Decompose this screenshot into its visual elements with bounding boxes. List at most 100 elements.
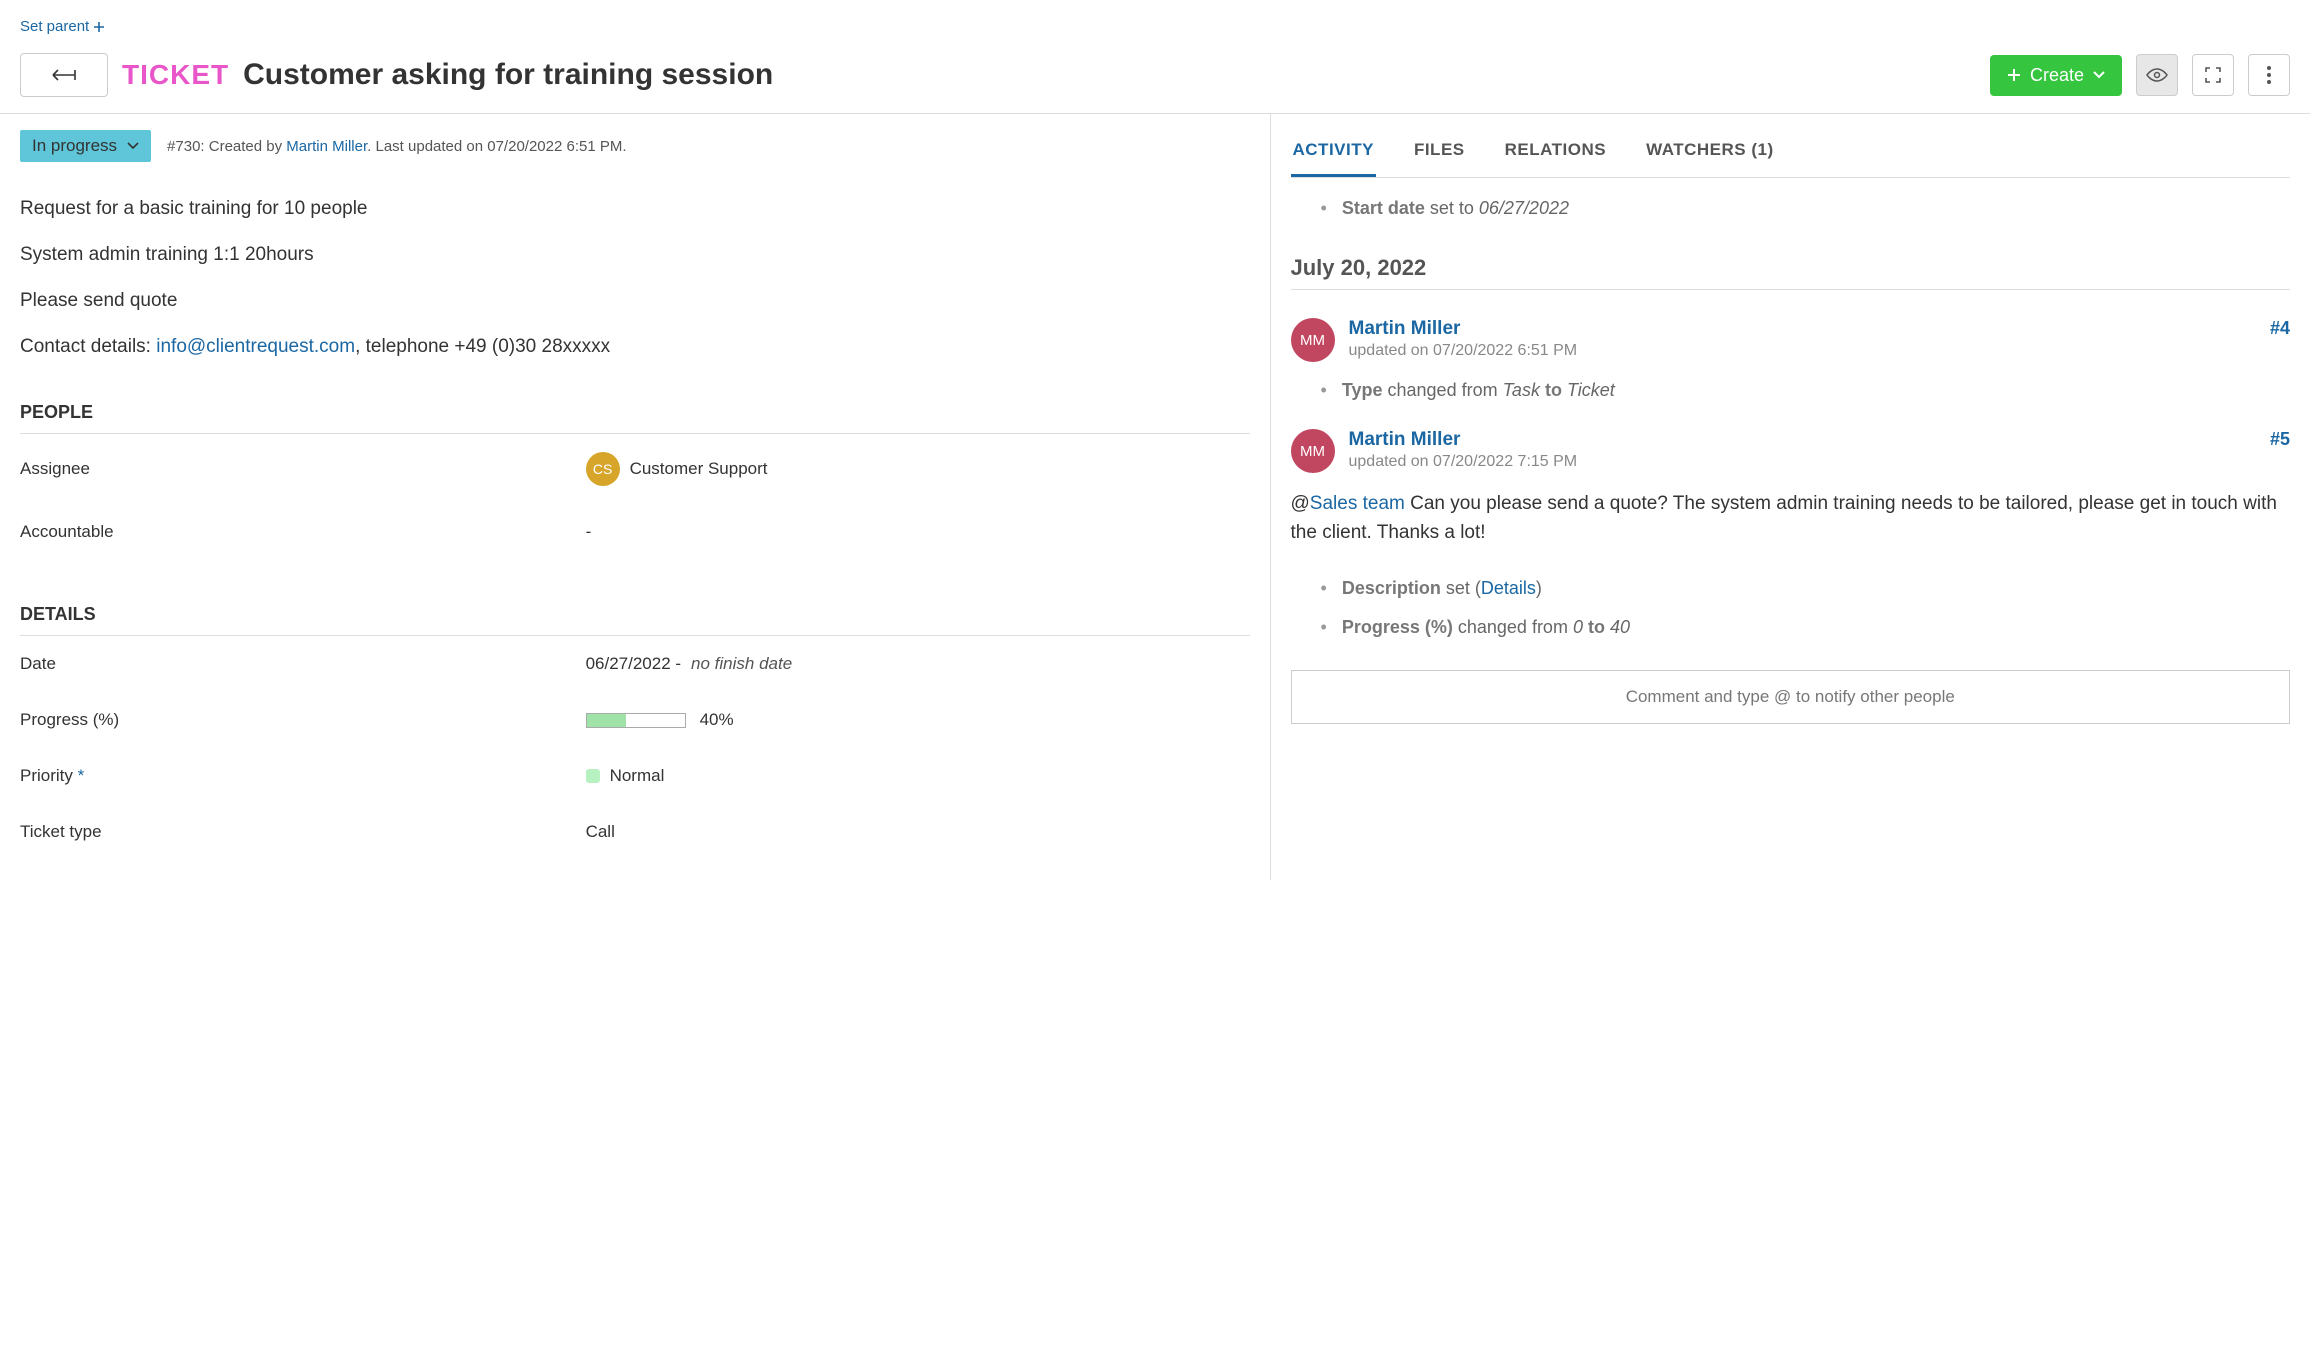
entry-author-link[interactable]: Martin Miller: [1349, 429, 2291, 451]
entry-change: • Progress (%) changed from 0 to 40: [1321, 617, 2291, 638]
avatar: MM: [1291, 429, 1335, 473]
description: Request for a basic training for 10 peop…: [20, 198, 1250, 358]
change-text: changed from: [1383, 380, 1503, 400]
people-section-heading: PEOPLE: [20, 402, 1250, 434]
avatar: CS: [586, 452, 620, 486]
plus-icon: [2006, 67, 2022, 83]
bullet-icon: •: [1321, 380, 1327, 400]
required-indicator: *: [78, 766, 85, 785]
change-text: to: [1540, 380, 1567, 400]
bullet-icon: •: [1321, 198, 1327, 218]
date-label: Date: [20, 654, 586, 674]
change-text: changed from: [1453, 617, 1573, 637]
priority-text: Normal: [610, 766, 665, 786]
change-from: 0: [1573, 617, 1583, 637]
entry-change: • Type changed from Task to Ticket: [1321, 380, 2291, 401]
date-value[interactable]: 06/27/2022 - no finish date: [586, 654, 793, 674]
change-field: Start date: [1342, 198, 1425, 218]
change-text: to: [1583, 617, 1610, 637]
mention-link[interactable]: Sales team: [1310, 493, 1405, 514]
comment-text: Can you please send a quote? The system …: [1291, 493, 2277, 543]
meta-line: #730: Created by Martin Miller. Last upd…: [167, 138, 626, 155]
no-finish-date: no finish date: [691, 654, 792, 674]
change-mid: set to: [1425, 198, 1479, 218]
type-badge: TICKET: [122, 59, 229, 91]
activity-entry: MM Martin Miller updated on 07/20/2022 7…: [1291, 429, 2291, 473]
fullscreen-button[interactable]: [2192, 54, 2234, 96]
assignee-label: Assignee: [20, 459, 586, 479]
contact-label: Contact details:: [20, 336, 156, 357]
entry-comment: @Sales team Can you please send a quote?…: [1291, 489, 2291, 548]
back-arrow-icon: [50, 68, 78, 82]
change-to: 40: [1610, 617, 1630, 637]
change-to: Ticket: [1567, 380, 1615, 400]
set-parent-link[interactable]: Set parent: [20, 18, 105, 35]
author-link[interactable]: Martin Miller: [286, 138, 367, 155]
tab-watchers[interactable]: WATCHERS (1): [1644, 130, 1776, 177]
ticket-type-label: Ticket type: [20, 822, 586, 842]
priority-value[interactable]: Normal: [586, 766, 665, 786]
priority-dot-icon: [586, 769, 600, 783]
change-from: Task: [1503, 380, 1540, 400]
watch-button[interactable]: [2136, 54, 2178, 96]
expand-icon: [2204, 66, 2222, 84]
contact-rest: , telephone +49 (0)30 28xxxxx: [355, 336, 610, 357]
change-field: Type: [1342, 380, 1383, 400]
desc-line: Please send quote: [20, 290, 1250, 312]
more-button[interactable]: [2248, 54, 2290, 96]
entry-meta: updated on 07/20/2022 7:15 PM: [1349, 453, 2291, 471]
entry-anchor-link[interactable]: #4: [2270, 318, 2290, 339]
eye-icon: [2146, 68, 2168, 82]
change-text: ): [1536, 578, 1542, 598]
entry-change: • Description set (Details): [1321, 578, 2291, 599]
tab-activity[interactable]: ACTIVITY: [1291, 130, 1376, 177]
create-button[interactable]: Create: [1990, 55, 2122, 96]
comment-input[interactable]: Comment and type @ to notify other peopl…: [1291, 670, 2291, 724]
page-title: Customer asking for training session: [243, 58, 773, 92]
change-field: Progress (%): [1342, 617, 1453, 637]
activity-entry: MM Martin Miller updated on 07/20/2022 6…: [1291, 318, 2291, 362]
kebab-icon: [2266, 65, 2272, 85]
back-button[interactable]: [20, 53, 108, 97]
contact-email-link[interactable]: info@clientrequest.com: [156, 336, 355, 357]
entry-author-link[interactable]: Martin Miller: [1349, 318, 2291, 340]
activity-change: • Start date set to 06/27/2022: [1321, 198, 2291, 219]
progress-fill: [587, 714, 626, 727]
status-label: In progress: [32, 136, 117, 156]
priority-label-text: Priority: [20, 766, 78, 785]
updated-text: . Last updated on 07/20/2022 6:51 PM.: [367, 138, 626, 155]
chevron-down-icon: [2092, 70, 2106, 80]
priority-label: Priority *: [20, 766, 586, 786]
ticket-ref: #730: Created by: [167, 138, 286, 155]
plus-icon: [93, 21, 105, 33]
entry-meta: updated on 07/20/2022 6:51 PM: [1349, 342, 2291, 360]
accountable-label: Accountable: [20, 522, 586, 542]
entry-anchor-link[interactable]: #5: [2270, 429, 2290, 450]
progress-pct: 40%: [700, 710, 734, 730]
date-separator: July 20, 2022: [1291, 255, 2291, 290]
change-field: Description: [1342, 578, 1441, 598]
change-value: 06/27/2022: [1479, 198, 1569, 218]
progress-value[interactable]: 40%: [586, 710, 734, 730]
change-text: set (: [1441, 578, 1481, 598]
accountable-value[interactable]: -: [586, 522, 592, 542]
avatar: MM: [1291, 318, 1335, 362]
create-label: Create: [2030, 65, 2084, 86]
tab-files[interactable]: FILES: [1412, 130, 1467, 177]
bullet-icon: •: [1321, 617, 1327, 637]
date-start: 06/27/2022 -: [586, 654, 681, 674]
set-parent-label: Set parent: [20, 18, 89, 35]
progress-label: Progress (%): [20, 710, 586, 730]
desc-line: Request for a basic training for 10 peop…: [20, 198, 1250, 220]
status-dropdown[interactable]: In progress: [20, 130, 151, 162]
assignee-value[interactable]: CS Customer Support: [586, 452, 768, 486]
desc-line: System admin training 1:1 20hours: [20, 244, 1250, 266]
details-link[interactable]: Details: [1481, 578, 1536, 598]
mention-at: @: [1291, 493, 1310, 514]
details-section-heading: DETAILS: [20, 604, 1250, 636]
assignee-name: Customer Support: [630, 459, 768, 479]
tab-relations[interactable]: RELATIONS: [1503, 130, 1608, 177]
comment-placeholder: Comment and type @ to notify other peopl…: [1626, 687, 1955, 706]
chevron-down-icon: [127, 142, 139, 150]
ticket-type-value[interactable]: Call: [586, 822, 615, 842]
